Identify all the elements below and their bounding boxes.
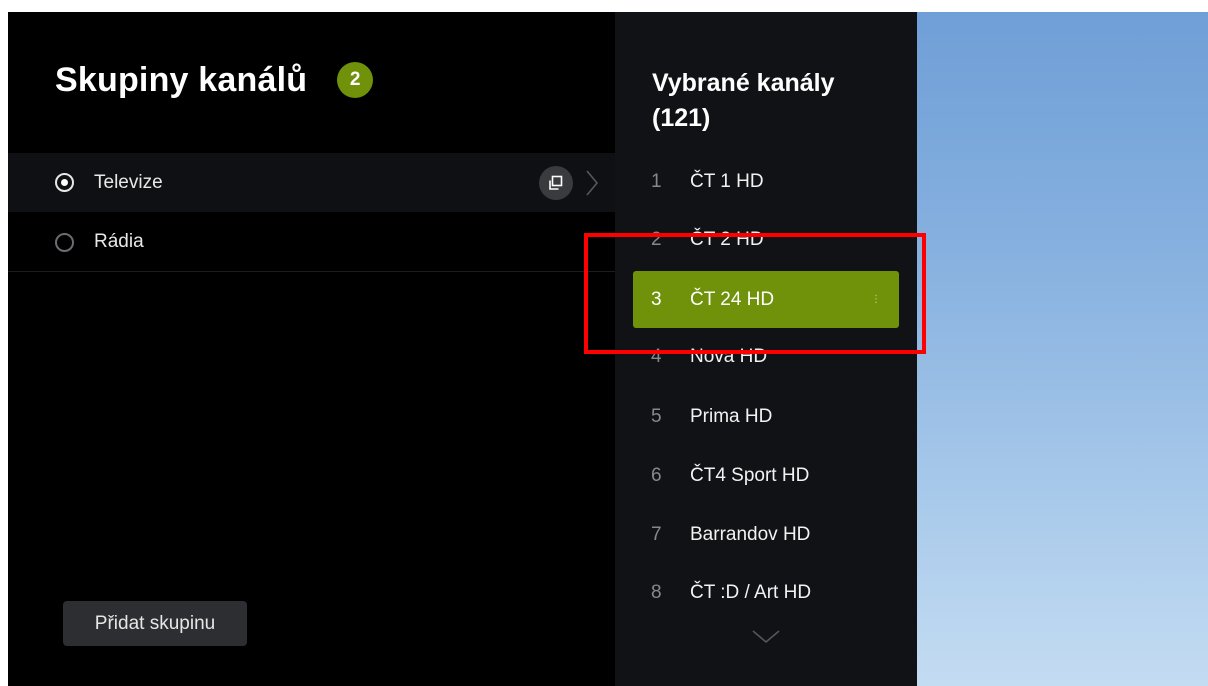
channel-name: ČT4 Sport HD <box>690 464 810 486</box>
channel-row[interactable]: 1 ČT 1 HD <box>633 153 899 210</box>
channel-row[interactable]: 7 Barrandov HD <box>633 506 899 563</box>
channel-number: 7 <box>651 523 662 545</box>
channel-name: Barrandov HD <box>690 523 811 545</box>
channels-title: Vybrané kanály (121) <box>652 69 835 132</box>
channel-row[interactable]: 8 ČT :D / Art HD <box>633 564 899 621</box>
group-item-televize[interactable]: Televize <box>8 153 615 212</box>
group-count-badge: 2 <box>337 62 374 98</box>
channel-number: 8 <box>651 581 662 603</box>
group-item-radia[interactable]: Rádia <box>8 213 615 272</box>
channel-row[interactable]: 6 ČT4 Sport HD <box>633 447 899 504</box>
page-title: Skupiny kanálů <box>55 60 308 99</box>
channel-number: 5 <box>651 405 662 427</box>
add-group-button[interactable]: Přidat skupinu <box>63 601 247 646</box>
radio-selected-icon[interactable] <box>55 173 74 192</box>
group-label: Rádia <box>94 231 144 252</box>
chevron-right-icon[interactable] <box>585 169 599 197</box>
channel-row[interactable]: 5 Prima HD <box>633 388 899 445</box>
copy-icon <box>549 175 563 190</box>
channel-groups-panel: Skupiny kanálů 2 Televize Rádia Přidat s… <box>8 12 615 686</box>
page-header: Skupiny kanálů 2 <box>55 60 374 100</box>
chevron-down-icon[interactable] <box>751 629 781 645</box>
channel-name: Prima HD <box>690 405 773 427</box>
channel-number: 1 <box>651 170 662 192</box>
radio-unselected-icon[interactable] <box>55 232 74 252</box>
channel-name: ČT :D / Art HD <box>690 581 812 603</box>
channel-number: 6 <box>651 464 662 486</box>
channel-name: ČT 1 HD <box>690 170 764 192</box>
group-label: Televize <box>94 171 163 193</box>
copy-button[interactable] <box>539 165 573 200</box>
annotation-highlight-box <box>584 233 926 354</box>
background-sky-image <box>917 12 1208 686</box>
